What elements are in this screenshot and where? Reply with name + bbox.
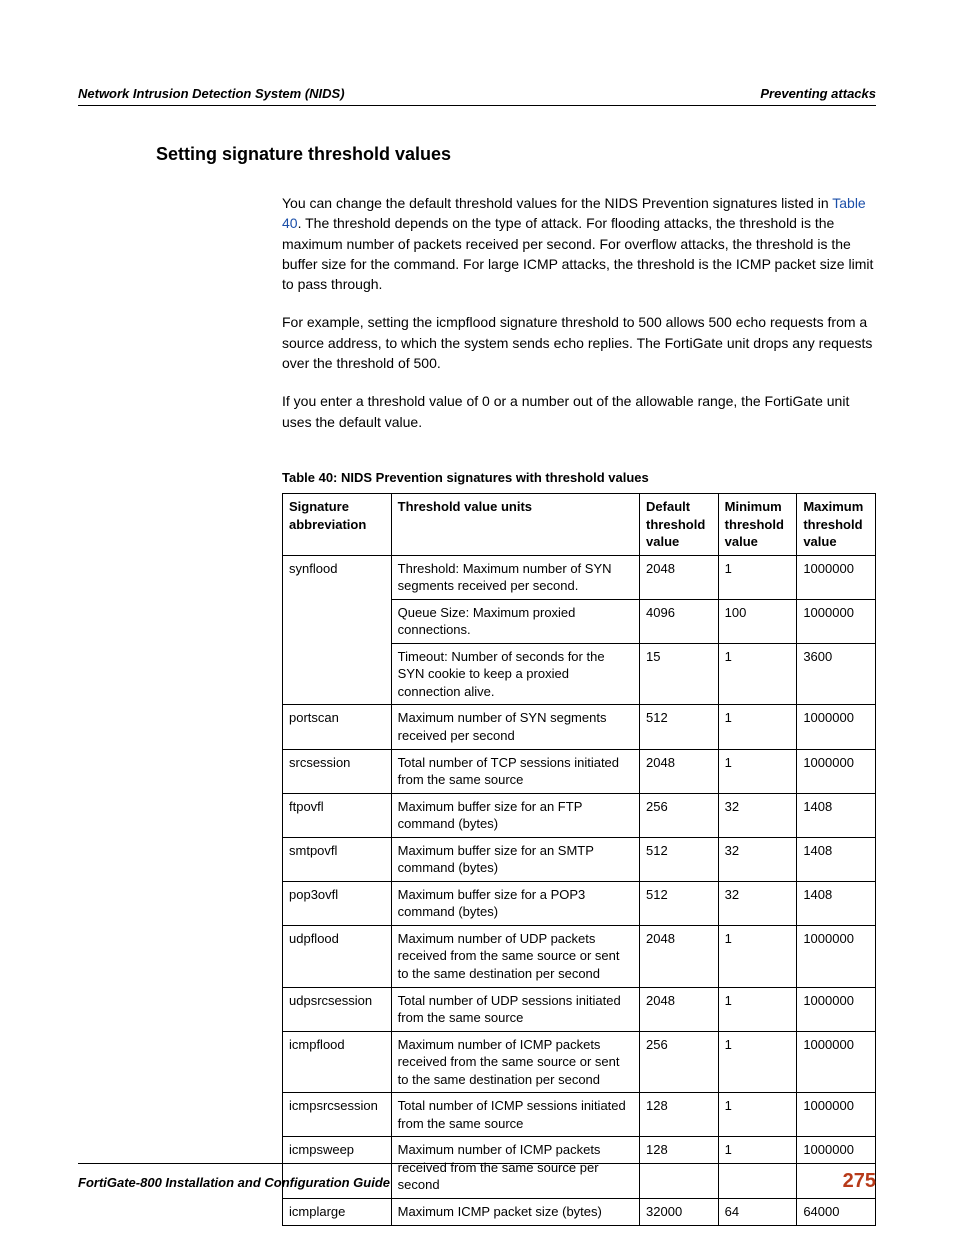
cell-units: Queue Size: Maximum proxied connections. [391,599,639,643]
cell-min: 1 [718,705,797,749]
cell-max: 1000000 [797,555,876,599]
cell-signature: srcsession [283,749,392,793]
cell-signature: ftpovfl [283,793,392,837]
table-row: portscanMaximum number of SYN segments r… [283,705,876,749]
footer-left: FortiGate-800 Installation and Configura… [78,1175,390,1190]
cell-signature: pop3ovfl [283,881,392,925]
cell-units: Maximum buffer size for an SMTP command … [391,837,639,881]
header-right: Preventing attacks [760,86,876,101]
cell-min: 1 [718,749,797,793]
table-row: udpfloodMaximum number of UDP packets re… [283,925,876,987]
cell-units: Maximum number of ICMP packets received … [391,1031,639,1093]
th-default: Default threshold value [640,493,719,555]
cell-def: 512 [640,881,719,925]
cell-max: 1000000 [797,1031,876,1093]
table-row: pop3ovflMaximum buffer size for a POP3 c… [283,881,876,925]
page-header: Network Intrusion Detection System (NIDS… [78,86,876,106]
page-number: 275 [843,1170,876,1193]
cell-units: Maximum ICMP packet size (bytes) [391,1199,639,1226]
cell-max: 1000000 [797,987,876,1031]
cell-signature: icmplarge [283,1199,392,1226]
table-body: synfloodThreshold: Maximum number of SYN… [283,555,876,1225]
cell-min: 32 [718,881,797,925]
page-container: Network Intrusion Detection System (NIDS… [0,0,954,1235]
cell-max: 1000000 [797,925,876,987]
cell-min: 1 [718,643,797,705]
cell-max: 1000000 [797,749,876,793]
table-header-row: Signature abbreviation Threshold value u… [283,493,876,555]
cell-max: 1408 [797,837,876,881]
cell-def: 15 [640,643,719,705]
cell-def: 256 [640,1031,719,1093]
cell-min: 1 [718,555,797,599]
cell-min: 64 [718,1199,797,1226]
cell-def: 512 [640,705,719,749]
cell-units: Threshold: Maximum number of SYN segment… [391,555,639,599]
cell-signature: icmpsrcsession [283,1093,392,1137]
cell-units: Maximum buffer size for an FTP command (… [391,793,639,837]
th-maximum: Maximum threshold value [797,493,876,555]
cell-min: 100 [718,599,797,643]
cell-units: Maximum number of SYN segments received … [391,705,639,749]
cell-def: 256 [640,793,719,837]
cell-def: 2048 [640,749,719,793]
cell-max: 1408 [797,793,876,837]
cell-signature: udpsrcsession [283,987,392,1031]
signatures-table: Signature abbreviation Threshold value u… [282,493,876,1226]
paragraph-3: If you enter a threshold value of 0 or a… [282,391,876,432]
para1-post: . The threshold depends on the type of a… [282,215,873,292]
page-footer: FortiGate-800 Installation and Configura… [78,1163,876,1193]
cell-min: 1 [718,987,797,1031]
cell-def: 128 [640,1093,719,1137]
cell-units: Total number of TCP sessions initiated f… [391,749,639,793]
cell-max: 1000000 [797,705,876,749]
table-caption: Table 40: NIDS Prevention signatures wit… [282,470,876,485]
cell-max: 1408 [797,881,876,925]
cell-min: 32 [718,793,797,837]
table-row: icmpfloodMaximum number of ICMP packets … [283,1031,876,1093]
table-row: icmpsrcsessionTotal number of ICMP sessi… [283,1093,876,1137]
th-minimum: Minimum threshold value [718,493,797,555]
table-row: smtpovflMaximum buffer size for an SMTP … [283,837,876,881]
cell-units: Timeout: Number of seconds for the SYN c… [391,643,639,705]
paragraph-1: You can change the default threshold val… [282,193,876,294]
table-row: srcsessionTotal number of TCP sessions i… [283,749,876,793]
cell-signature: udpflood [283,925,392,987]
cell-def: 4096 [640,599,719,643]
cell-max: 64000 [797,1199,876,1226]
cell-def: 32000 [640,1199,719,1226]
th-signature: Signature abbreviation [283,493,392,555]
cell-max: 1000000 [797,1093,876,1137]
table-row: udpsrcsessionTotal number of UDP session… [283,987,876,1031]
para1-pre: You can change the default threshold val… [282,195,832,211]
cell-max: 1000000 [797,599,876,643]
cell-signature: portscan [283,705,392,749]
cell-def: 512 [640,837,719,881]
header-left: Network Intrusion Detection System (NIDS… [78,86,345,101]
cell-signature: icmpflood [283,1031,392,1093]
th-units: Threshold value units [391,493,639,555]
cell-min: 1 [718,1093,797,1137]
cell-def: 2048 [640,925,719,987]
cell-min: 1 [718,925,797,987]
cell-def: 2048 [640,987,719,1031]
cell-min: 32 [718,837,797,881]
cell-def: 2048 [640,555,719,599]
cell-units: Maximum number of UDP packets received f… [391,925,639,987]
section-title: Setting signature threshold values [156,144,876,165]
cell-max: 3600 [797,643,876,705]
cell-units: Total number of ICMP sessions initiated … [391,1093,639,1137]
table-row: ftpovflMaximum buffer size for an FTP co… [283,793,876,837]
cell-signature: synflood [283,555,392,705]
cell-min: 1 [718,1031,797,1093]
cell-units: Total number of UDP sessions initiated f… [391,987,639,1031]
cell-units: Maximum buffer size for a POP3 command (… [391,881,639,925]
table-row: synfloodThreshold: Maximum number of SYN… [283,555,876,599]
cell-signature: smtpovfl [283,837,392,881]
paragraph-2: For example, setting the icmpflood signa… [282,312,876,373]
table-row: icmplargeMaximum ICMP packet size (bytes… [283,1199,876,1226]
